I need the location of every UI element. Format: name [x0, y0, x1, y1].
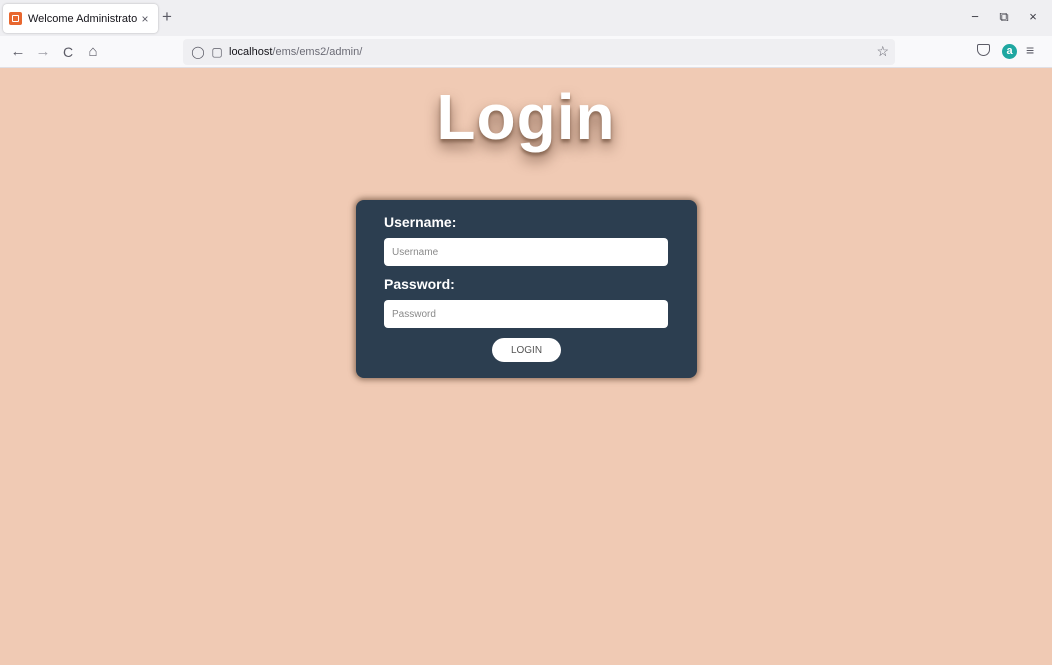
url-text[interactable]: localhost/ems/ems2/admin/ — [229, 46, 362, 58]
window-close-icon[interactable]: × — [1025, 9, 1041, 24]
page-content: Login Username: Password: LOGIN — [0, 68, 1052, 665]
shield-icon[interactable]: ◯ — [191, 45, 205, 59]
password-input[interactable] — [384, 300, 668, 328]
username-label: Username: — [384, 214, 457, 230]
page-title: Login — [436, 81, 616, 153]
password-label: Password: — [384, 276, 455, 292]
url-path: /ems/ems2/admin/ — [272, 46, 363, 58]
hamburger-menu-icon[interactable]: ≡ — [1026, 42, 1034, 58]
arrow-left-icon[interactable]: ← — [9, 43, 27, 61]
home-icon[interactable]: ⌂ — [84, 43, 102, 61]
amazon-extension-icon[interactable]: a — [1002, 44, 1017, 59]
reload-icon[interactable]: C — [59, 43, 77, 61]
star-icon[interactable]: ☆ — [876, 43, 889, 60]
browser-nav-bar: ← → C ⌂ ◯ ▢ localhost/ems/ems2/admin/ ☆ … — [0, 36, 1052, 68]
browser-tab[interactable]: Welcome Administrator × — [3, 4, 158, 33]
minimize-icon[interactable]: − — [967, 9, 983, 24]
login-form: Username: Password: LOGIN — [356, 200, 697, 378]
username-input[interactable] — [384, 238, 668, 266]
url-host: localhost — [229, 46, 273, 58]
login-button[interactable]: LOGIN — [492, 338, 561, 362]
browser-tab-bar: Welcome Administrator × + − ⧉ × — [0, 0, 1052, 36]
restore-icon[interactable]: ⧉ — [996, 9, 1012, 25]
close-icon[interactable]: × — [138, 12, 152, 26]
pocket-icon[interactable] — [977, 44, 990, 56]
plus-icon[interactable]: + — [162, 8, 172, 26]
app-favicon-icon — [9, 12, 22, 25]
tab-title: Welcome Administrator — [28, 12, 138, 25]
page-icon: ▢ — [211, 45, 223, 59]
address-bar[interactable]: ◯ ▢ localhost/ems/ems2/admin/ ☆ — [183, 39, 895, 65]
arrow-right-icon[interactable]: → — [34, 43, 52, 61]
